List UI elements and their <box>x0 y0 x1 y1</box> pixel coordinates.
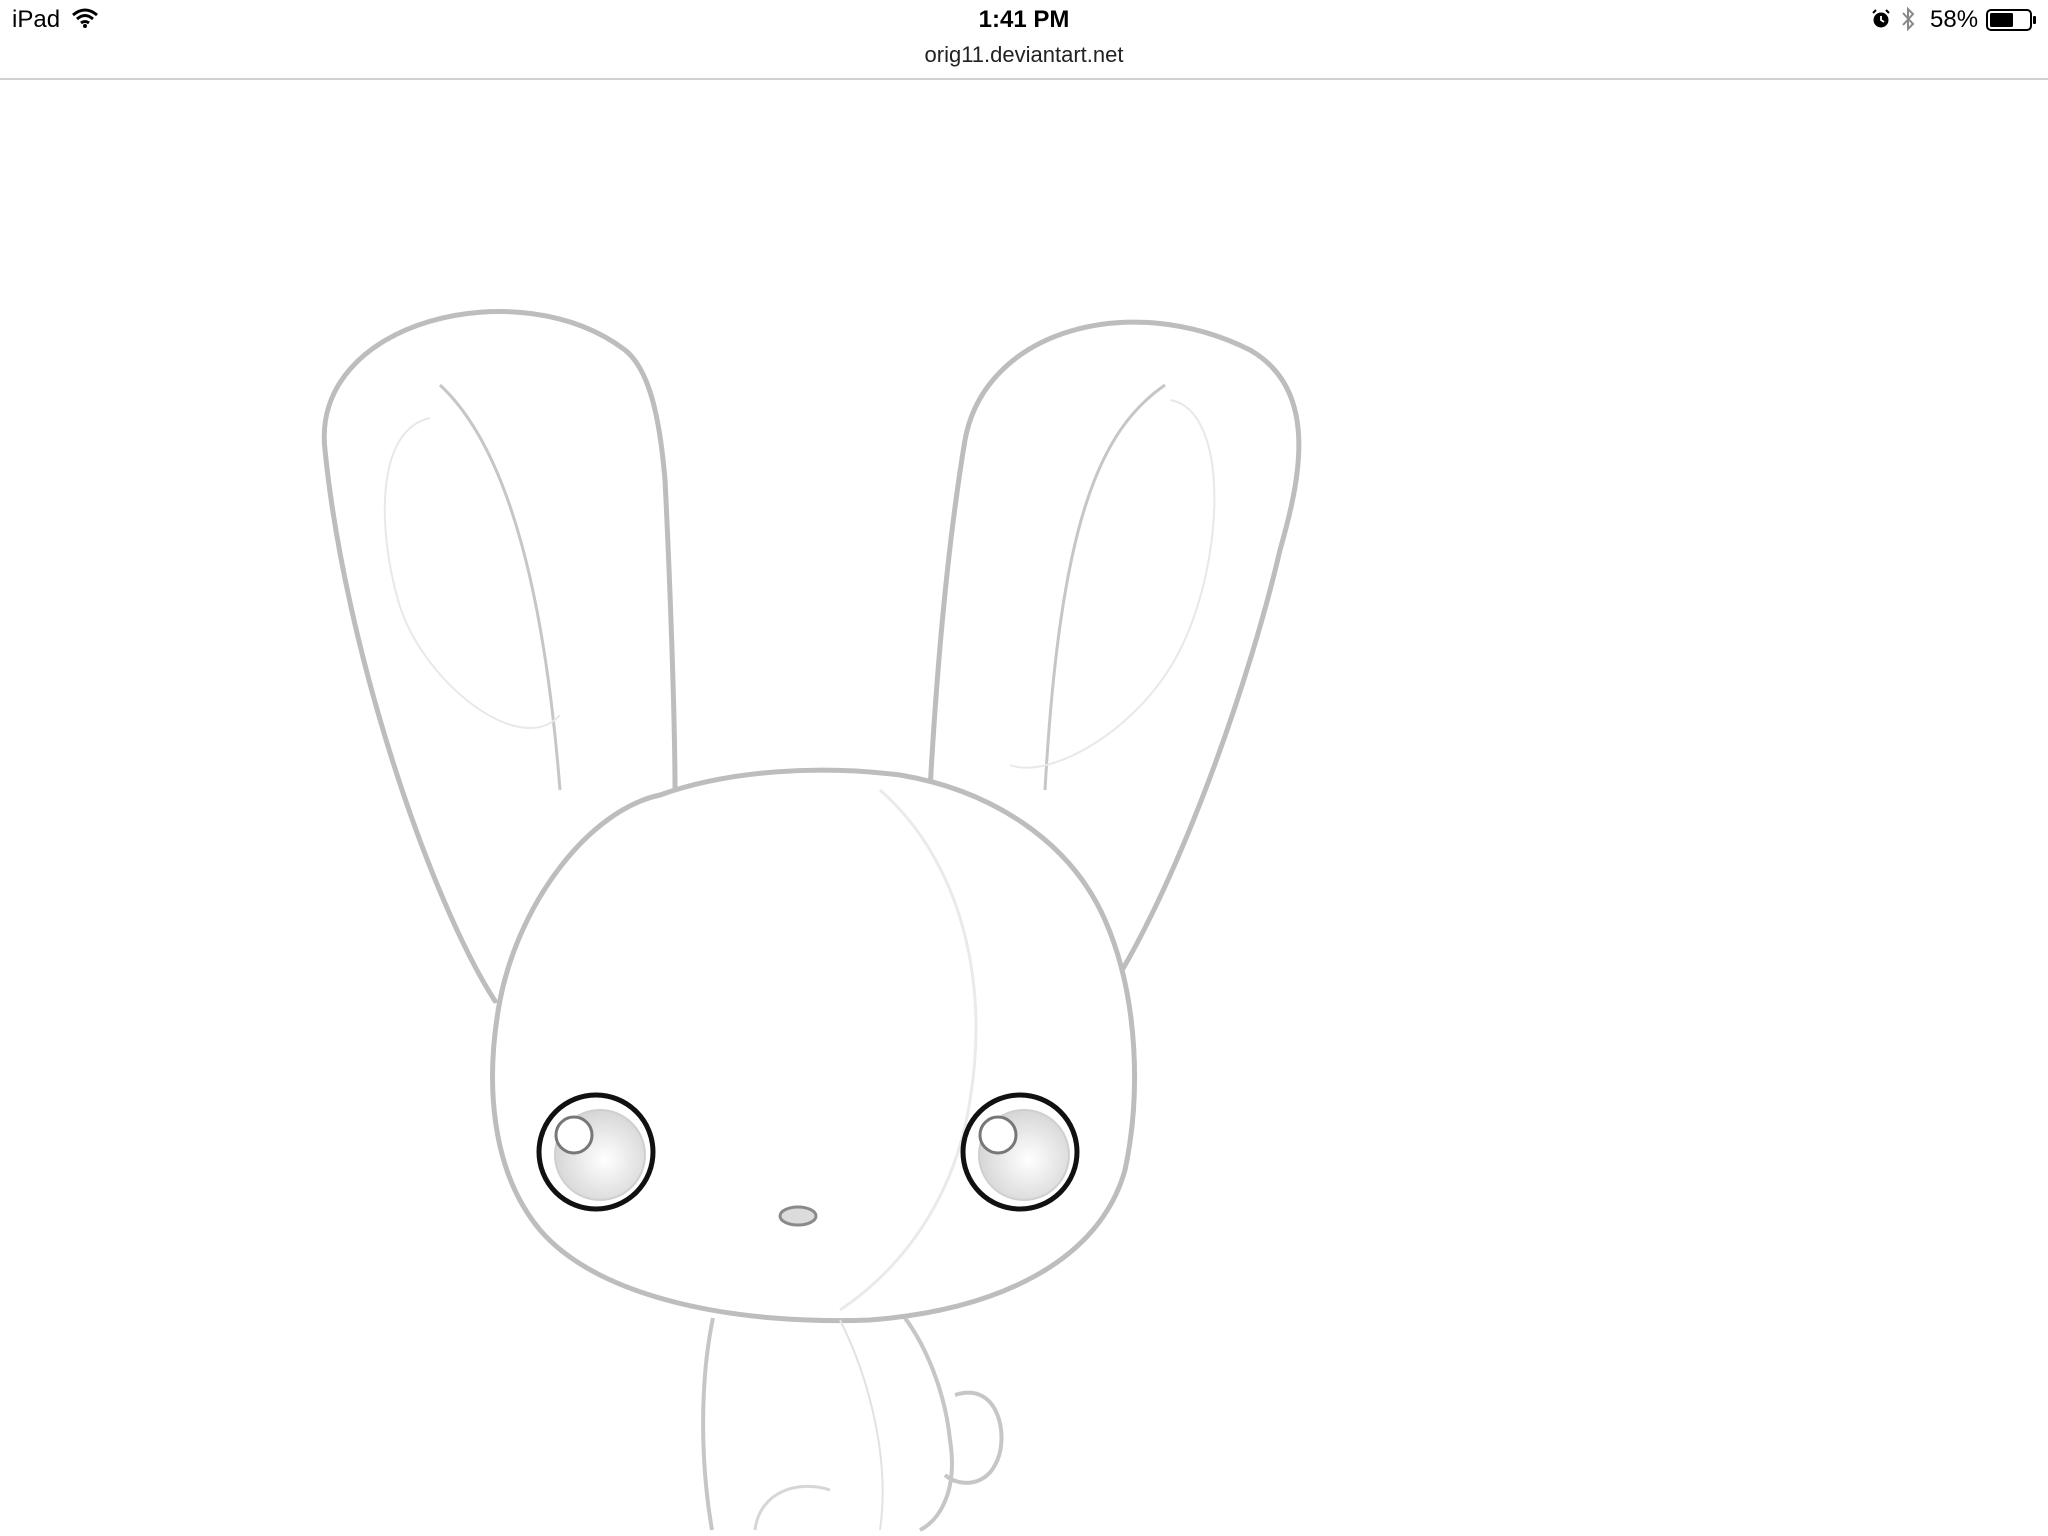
left-eye-highlight <box>554 1115 594 1155</box>
leg-line <box>753 1484 831 1531</box>
nose <box>778 1205 818 1227</box>
url-bar[interactable]: orig11.deviantart.net <box>0 40 2048 78</box>
left-ear-inner <box>438 383 562 791</box>
right-ear-inner <box>1043 383 1166 791</box>
url-text: orig11.deviantart.net <box>924 42 1124 67</box>
bluetooth-icon <box>1902 6 1915 32</box>
body-right <box>903 1316 954 1532</box>
alarm-icon <box>1872 9 1890 28</box>
web-content <box>0 80 2048 1536</box>
right-ear-inner-shade <box>1009 399 1216 769</box>
left-ear-inner-shade <box>383 417 561 729</box>
status-bar: iPad 1:41 PM 58% <box>0 0 2048 40</box>
body-inner-line <box>839 1319 884 1531</box>
clock: 1:41 PM <box>978 6 1070 33</box>
body <box>701 1317 715 1531</box>
bunny-drawing <box>321 309 1302 1532</box>
right-eye-highlight <box>978 1115 1018 1155</box>
head <box>490 767 1138 1324</box>
battery-icon <box>1986 9 2036 31</box>
battery-percent: 58% <box>1930 6 1979 33</box>
